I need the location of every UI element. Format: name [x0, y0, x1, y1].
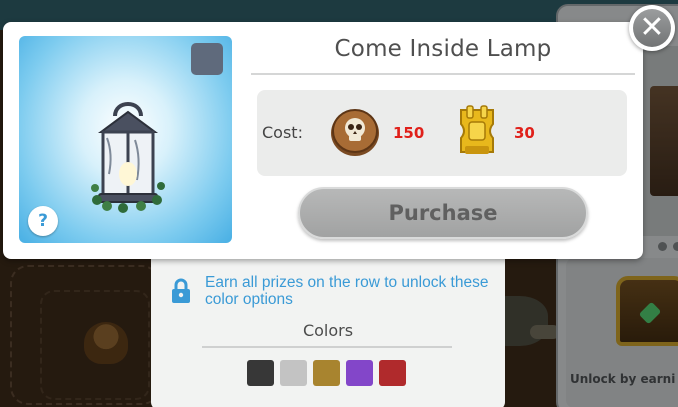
close-button[interactable]: ✕ [629, 5, 675, 51]
divider [251, 73, 635, 75]
help-button[interactable]: ? [28, 206, 58, 236]
cost-value: 150 [393, 124, 425, 142]
divider [202, 346, 452, 348]
cost-label: Cost: [262, 123, 303, 142]
purchase-button[interactable]: Purchase [298, 187, 588, 239]
close-icon: ✕ [633, 9, 671, 47]
skull-coin-icon [331, 109, 379, 156]
item-detail-card: ? Come Inside Lamp Cost: 150 30 Purchase [3, 22, 643, 259]
color-swatch-red[interactable] [379, 360, 406, 386]
color-swatch-black[interactable] [247, 360, 274, 386]
cost-box: Cost: 150 30 [257, 90, 627, 176]
color-options-panel: Earn all prizes on the row to unlock the… [151, 240, 505, 407]
cost-value: 30 [514, 124, 535, 142]
color-swatches [247, 360, 406, 386]
color-swatch-gold[interactable] [313, 360, 340, 386]
lock-icon [172, 278, 190, 303]
item-badge-icon [191, 43, 223, 75]
color-swatch-purple[interactable] [346, 360, 373, 386]
item-title: Come Inside Lamp [334, 36, 552, 62]
colors-heading: Colors [302, 321, 354, 340]
golden-ticket-icon [460, 105, 494, 154]
lantern-icon [91, 102, 165, 213]
item-preview: ? [19, 36, 232, 243]
unlock-message: Earn all prizes on the row to unlock the… [205, 274, 489, 308]
color-swatch-silver[interactable] [280, 360, 307, 386]
